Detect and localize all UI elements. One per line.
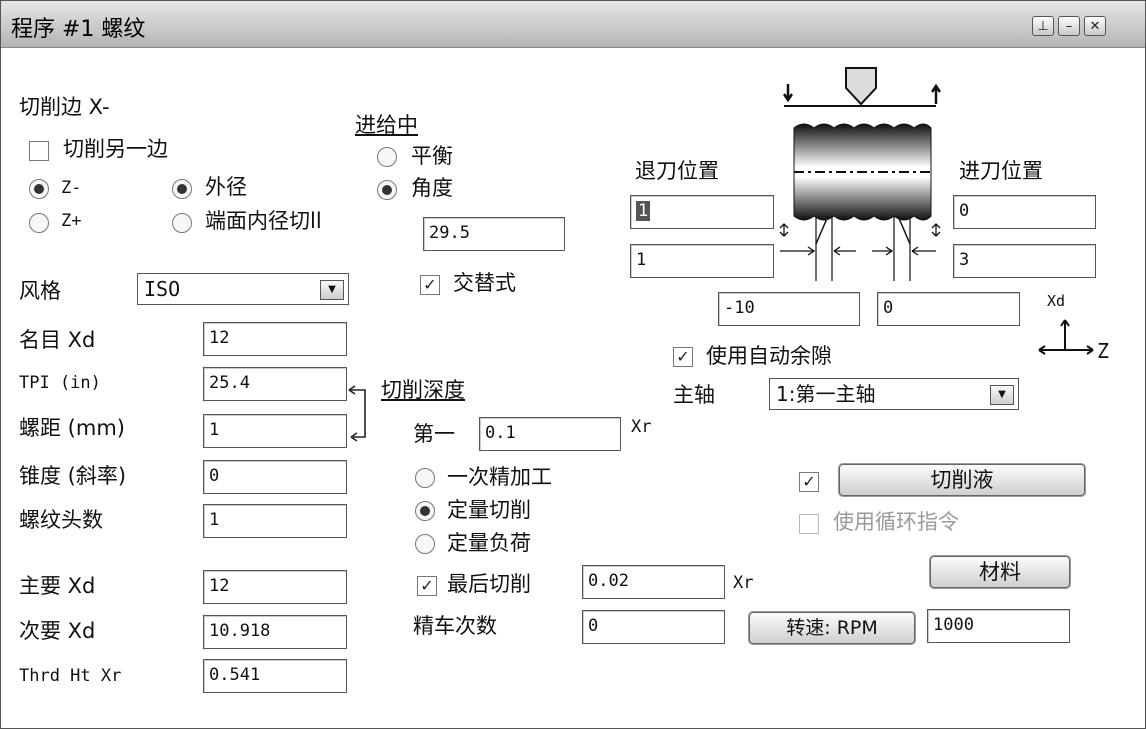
speed-input[interactable]: 1000 <box>927 609 1070 643</box>
clearance-left-input[interactable]: -10 <box>718 292 860 326</box>
alternate-checkbox[interactable]: ✓ <box>420 275 440 295</box>
style-select-value: ISO <box>144 277 181 301</box>
z-minus-label: Z- <box>61 178 82 198</box>
const-load-radio[interactable] <box>415 534 435 554</box>
first-depth-label: 第一 <box>413 422 455 446</box>
z-plus-radio[interactable] <box>29 213 49 233</box>
tpi-label: TPI (in) <box>19 373 101 393</box>
retract-label: 退刀位置 <box>635 159 719 183</box>
spindle-label: 主轴 <box>673 383 715 407</box>
outer-diameter-radio[interactable] <box>172 179 192 199</box>
cut-side-label: 切削边 X- <box>19 95 110 119</box>
feed-angle-label: 角度 <box>411 176 453 200</box>
style-select[interactable]: ISO ▼ <box>137 273 349 305</box>
major-label: 主要 Xd <box>19 574 96 598</box>
face-inner-label: 端面内径切ll <box>205 209 322 233</box>
retract-input-1[interactable]: 1 <box>630 195 774 229</box>
axis-x-label: Xd <box>1047 292 1066 310</box>
pitch-label: 螺距 (mm) <box>19 416 125 440</box>
auto-clearance-checkbox[interactable]: ✓ <box>673 347 693 367</box>
outer-diameter-label: 外径 <box>205 175 247 199</box>
spindle-select-value: 1:第一主轴 <box>776 382 876 406</box>
finish-passes-input[interactable]: 0 <box>582 610 725 644</box>
clearance-right-input[interactable]: 0 <box>877 292 1020 326</box>
feed-label: 进给中 <box>355 113 418 137</box>
retract-input-1-value: 1 <box>636 201 651 221</box>
face-inner-radio[interactable] <box>172 213 192 233</box>
advance-input-1[interactable]: 0 <box>953 195 1096 229</box>
spindle-select[interactable]: 1:第一主轴 ▼ <box>769 378 1019 410</box>
nominal-label: 名目 Xd <box>19 328 96 352</box>
pitch-input[interactable]: 1 <box>203 414 347 448</box>
thread-diagram-icon <box>779 67 942 281</box>
window-title: 程序 #1 螺纹 <box>11 17 146 42</box>
advance-input-2[interactable]: 3 <box>953 244 1096 278</box>
first-depth-input[interactable]: 0.1 <box>479 417 621 451</box>
tpi-pitch-link-icon <box>348 385 366 442</box>
const-cut-label: 定量切削 <box>447 498 531 522</box>
one-pass-radio[interactable] <box>415 468 435 488</box>
minor-label: 次要 Xd <box>19 619 96 643</box>
speed-rpm-button[interactable]: 转速: RPM <box>749 612 915 644</box>
const-cut-radio[interactable] <box>415 501 435 521</box>
use-cycle-checkbox[interactable] <box>799 514 819 534</box>
retract-input-2[interactable]: 1 <box>630 244 774 278</box>
cut-other-side-label: 切削另一边 <box>63 137 168 161</box>
last-cut-checkbox[interactable]: ✓ <box>417 576 437 596</box>
taper-label: 锥度 (斜率) <box>19 464 127 488</box>
coolant-button[interactable]: 切削液 <box>839 464 1085 496</box>
thread-program-window: 程序 #1 螺纹 ⊥ – ✕ 切削边 X- 切削另一边 Z- Z+ 外径 端面内… <box>0 0 1146 729</box>
axis-arrows-icon <box>1038 319 1094 355</box>
one-pass-label: 一次精加工 <box>447 465 552 489</box>
nominal-input[interactable]: 12 <box>203 322 347 356</box>
last-cut-label: 最后切削 <box>447 572 531 596</box>
starts-label: 螺纹头数 <box>19 508 103 532</box>
title-bar: 程序 #1 螺纹 ⊥ – ✕ <box>1 1 1145 48</box>
last-cut-input[interactable]: 0.02 <box>582 565 725 599</box>
z-plus-label: Z+ <box>61 211 82 231</box>
cut-other-side-checkbox[interactable] <box>29 141 49 161</box>
auto-clearance-label: 使用自动余隙 <box>706 344 832 368</box>
dialog-body: 切削边 X- 切削另一边 Z- Z+ 外径 端面内径切ll 进给中 平衡 角度 … <box>1 48 1145 728</box>
thread-height-input[interactable]: 0.541 <box>203 659 347 693</box>
material-button[interactable]: 材料 <box>930 556 1070 588</box>
chevron-down-icon[interactable]: ▼ <box>320 280 344 300</box>
tpi-input[interactable]: 25.4 <box>203 367 347 401</box>
close-icon[interactable]: ✕ <box>1084 16 1106 36</box>
feed-balance-label: 平衡 <box>411 144 453 168</box>
z-minus-radio[interactable] <box>29 179 49 199</box>
thread-height-label: Thrd Ht Xr <box>19 666 122 686</box>
taper-input[interactable]: 0 <box>203 460 347 494</box>
advance-label: 进刀位置 <box>959 159 1043 183</box>
coolant-checkbox[interactable]: ✓ <box>799 472 819 492</box>
axis-z-label: Z <box>1097 339 1110 363</box>
cut-depth-label: 切削深度 <box>381 378 465 402</box>
starts-input[interactable]: 1 <box>203 504 347 538</box>
minor-input[interactable]: 10.918 <box>203 615 347 649</box>
first-depth-unit: Xr <box>631 417 652 437</box>
alternate-label: 交替式 <box>453 271 516 295</box>
use-cycle-label: 使用循环指令 <box>833 510 959 534</box>
major-input[interactable]: 12 <box>203 570 347 604</box>
style-label: 风格 <box>19 279 61 303</box>
pin-icon[interactable]: ⊥ <box>1032 16 1054 36</box>
feed-angle-radio[interactable] <box>377 180 397 200</box>
minimize-icon[interactable]: – <box>1058 16 1080 36</box>
feed-balance-radio[interactable] <box>377 147 397 167</box>
const-load-label: 定量负荷 <box>447 531 531 555</box>
chevron-down-icon[interactable]: ▼ <box>990 385 1014 405</box>
last-cut-unit: Xr <box>733 573 754 593</box>
angle-input[interactable]: 29.5 <box>423 217 565 251</box>
finish-passes-label: 精车次数 <box>413 614 497 638</box>
